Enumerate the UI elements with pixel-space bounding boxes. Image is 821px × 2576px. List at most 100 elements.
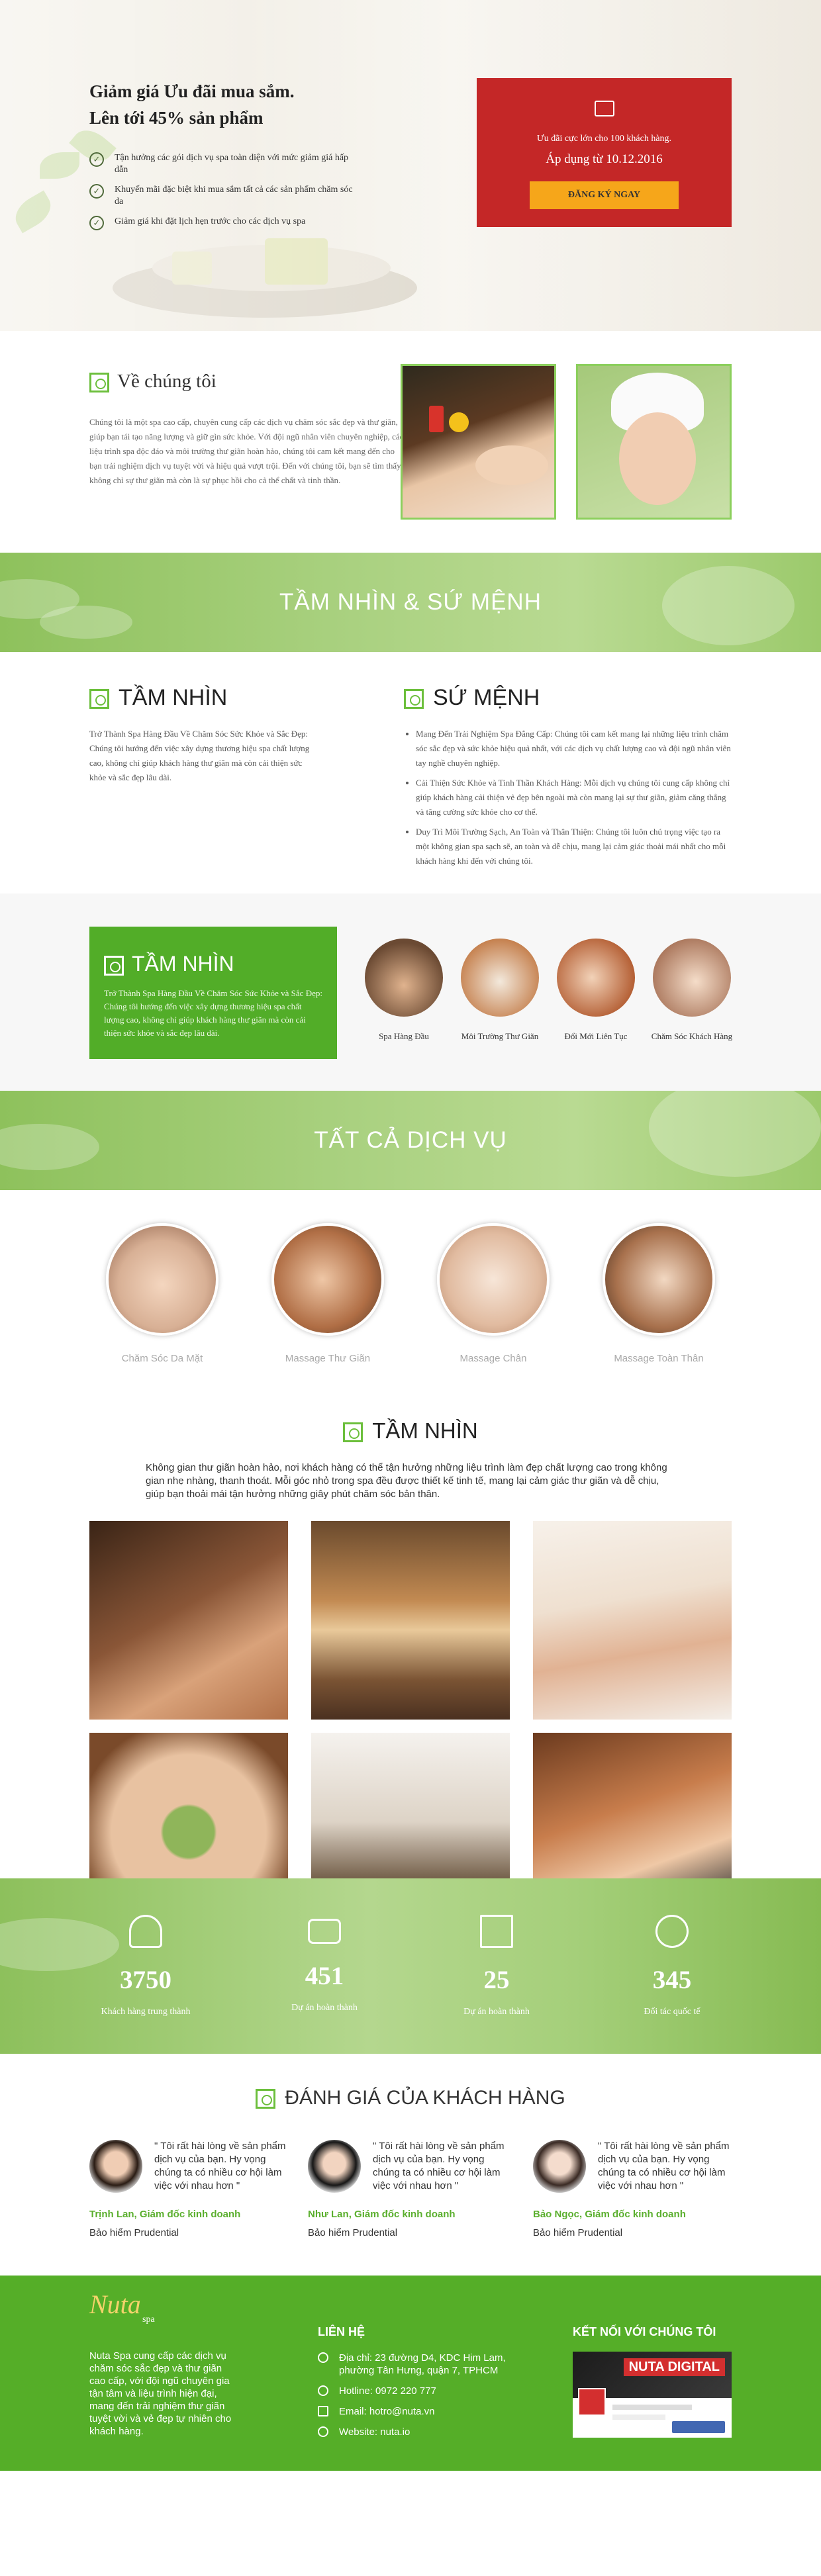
contact-list: Địa chỉ: 23 đường D4, KDC Him Lam, phườn…	[318, 2352, 516, 2446]
service-image	[271, 1223, 384, 1336]
review-author: Như Lan, Giám đốc kinh doanh	[308, 2209, 456, 2220]
vision-mission-section: TẦM NHÌN Trở Thành Spa Hàng Đầu Về Chăm …	[0, 652, 821, 894]
vision-mission-banner: TẦM NHÌN & SỨ MỆNH	[0, 553, 821, 652]
feature-item: Chăm Sóc Khách Hàng	[642, 939, 742, 1042]
check-circle-icon: ✓	[89, 184, 104, 199]
globe-icon	[318, 2426, 328, 2437]
contact-phone[interactable]: Hotline: 0972 220 777	[318, 2385, 516, 2397]
location-icon	[318, 2352, 328, 2363]
stat-item: 25 Dự án hoàn thành	[430, 1915, 563, 2017]
stat-value: 25	[483, 1966, 510, 1994]
avatar	[533, 2140, 586, 2193]
list-item: ✓ Giảm giá khi đặt lịch hẹn trước cho các…	[89, 216, 361, 230]
spa-logo-icon	[104, 955, 124, 976]
feature-image	[557, 939, 635, 1017]
feature-item: Môi Trường Thư Giãn	[450, 939, 550, 1042]
contact-website[interactable]: Website: nuta.io	[318, 2426, 516, 2438]
register-button[interactable]: ĐĂNG KÝ NGAY	[530, 181, 679, 209]
review-author: Trịnh Lan, Giám đốc kinh doanh	[89, 2209, 241, 2220]
service-label: Massage Thư Giãn	[285, 1353, 371, 1364]
spa-logo-icon	[404, 689, 424, 710]
vision-title: TẦM NHÌN	[89, 685, 318, 711]
vision-card-text: Trở Thành Spa Hàng Đầu Về Chăm Sóc Sức K…	[104, 988, 322, 1038]
about-title: Về chúng tôi	[89, 371, 217, 393]
review-quote: " Tôi rất hài lòng về sản phẩm dịch vụ c…	[154, 2140, 286, 2191]
feature-label: Chăm Sóc Khách Hàng	[651, 1031, 733, 1041]
about-photo-massage	[401, 364, 556, 520]
feature-item: Đổi Mới Liên Tục	[546, 939, 646, 1042]
feature-image	[365, 939, 443, 1017]
service-item[interactable]: Chăm Sóc Da Mặt	[106, 1223, 218, 1364]
stats-section: 3750 Khách hàng trung thành 451 Dự án ho…	[0, 1878, 821, 2054]
mail-icon	[318, 2406, 328, 2416]
reviews-title: ĐÁNH GIÁ CỦA KHÁCH HÀNG	[0, 2087, 821, 2109]
spa-logo-icon	[89, 689, 109, 710]
phone-icon	[318, 2385, 328, 2396]
promo-card: Ưu đãi cực lớn cho 100 khách hàng. Áp dụ…	[477, 78, 732, 227]
stat-item: 3750 Khách hàng trung thành	[79, 1915, 212, 2017]
gallery-image-relax	[533, 1521, 732, 1720]
feature-label: Môi Trường Thư Giãn	[461, 1031, 539, 1041]
about-photo-facial	[576, 364, 732, 520]
footer: Nuta spa Nuta Spa cung cấp các dịch vụ ch…	[0, 2276, 821, 2471]
footer-logo[interactable]: Nuta spa	[89, 2289, 155, 2325]
list-item: Mang Đến Trải Nghiệm Spa Đẳng Cấp: Chúng…	[416, 727, 732, 770]
box-icon	[480, 1915, 513, 1948]
vision-features-section: TẦM NHÌN Trở Thành Spa Hàng Đầu Về Chăm …	[0, 894, 821, 1091]
contact-email[interactable]: Email: hotro@nuta.vn	[318, 2405, 516, 2418]
list-item: ✓ Tận hưởng các gói dịch vụ spa toàn diện…	[89, 152, 361, 176]
service-item[interactable]: Massage Thư Giãn	[271, 1223, 384, 1364]
service-image	[437, 1223, 550, 1336]
calendar-icon	[594, 101, 614, 116]
feature-label: Spa Hàng Đầu	[379, 1031, 429, 1041]
about-text: Chúng tôi là một spa cao cấp, chuyên cun…	[89, 417, 404, 485]
banner-title: TẤT CẢ DỊCH VỤ	[314, 1127, 507, 1153]
promo-date: Áp dụng từ 10.12.2016	[546, 152, 663, 166]
services-banner: TẤT CẢ DỊCH VỤ	[0, 1091, 821, 1190]
mission-title: SỨ MỆNH	[404, 685, 732, 711]
feature-label: Đổi Mới Liên Tục	[564, 1031, 628, 1041]
service-label: Chăm Sóc Da Mặt	[121, 1353, 203, 1364]
feature-image	[461, 939, 539, 1017]
stat-label: Dự án hoàn thành	[463, 2007, 530, 2017]
stat-label: Đối tác quốc tế	[644, 2007, 700, 2017]
stat-item: 451 Dự án hoàn thành	[258, 1915, 391, 2013]
service-item[interactable]: Massage Chân	[437, 1223, 550, 1364]
spa-logo-icon	[89, 373, 109, 393]
gallery-title: TẦM NHÌN	[0, 1418, 821, 1444]
service-image	[603, 1223, 715, 1336]
contact-address: Địa chỉ: 23 đường D4, KDC Him Lam, phườn…	[318, 2352, 516, 2377]
hero-title: Giảm giá Ưu đãi mua sắm. Lên tới 45% sản …	[89, 81, 295, 128]
stat-value: 451	[305, 1962, 344, 1990]
list-item: Cải Thiện Sức Khỏe và Tinh Thần Khách Hà…	[416, 776, 732, 819]
service-item[interactable]: Massage Toàn Thân	[603, 1223, 715, 1364]
stat-value: 3750	[120, 1966, 171, 1994]
spa-logo-icon	[343, 1422, 363, 1443]
review-author: Bảo Ngọc, Giám đốc kinh doanh	[533, 2209, 686, 2220]
social-page-widget[interactable]: NUTA DIGITAL	[573, 2352, 732, 2438]
social-title: KẾT NỐI VỚI CHÚNG TÔI	[573, 2325, 716, 2338]
vision-text: Trở Thành Spa Hàng Đầu Về Chăm Sóc Sức K…	[89, 729, 310, 782]
user-icon	[129, 1915, 162, 1948]
gallery-section: TẦM NHÌN Không gian thư giãn hoàn hảo, n…	[0, 1408, 821, 1931]
spa-logo-icon	[256, 2089, 276, 2109]
service-image	[106, 1223, 218, 1336]
stat-label: Khách hàng trung thành	[101, 2007, 191, 2017]
stat-item: 345 Đối tác quốc tế	[606, 1915, 738, 2017]
review-quote: " Tôi rất hài lòng về sản phẩm dịch vụ c…	[598, 2140, 730, 2191]
reviews-section: ĐÁNH GIÁ CỦA KHÁCH HÀNG " Tôi rất hài lò…	[0, 2054, 821, 2276]
services-section: Chăm Sóc Da Mặt Massage Thư Giãn Massage…	[0, 1190, 821, 1408]
promo-text: Ưu đãi cực lớn cho 100 khách hàng.	[536, 134, 672, 144]
review-company: Bảo hiểm Prudential	[308, 2227, 398, 2238]
gallery-image-massage	[89, 1521, 288, 1720]
service-label: Massage Toàn Thân	[614, 1353, 704, 1364]
list-item: ✓ Khuyến mãi đặc biệt khi mua sắm tất cả …	[89, 184, 361, 208]
vision-card: TẦM NHÌN Trở Thành Spa Hàng Đầu Về Chăm …	[89, 927, 337, 1059]
list-item: Duy Trì Môi Trường Sạch, An Toàn và Thân…	[416, 825, 732, 868]
credit-card-icon	[308, 1919, 341, 1944]
stat-value: 345	[652, 1966, 692, 1994]
hero-section: Giảm giá Ưu đãi mua sắm. Lên tới 45% sản …	[0, 0, 821, 331]
check-circle-icon: ✓	[89, 152, 104, 167]
avatar	[308, 2140, 361, 2193]
check-circle-icon: ✓	[89, 216, 104, 230]
